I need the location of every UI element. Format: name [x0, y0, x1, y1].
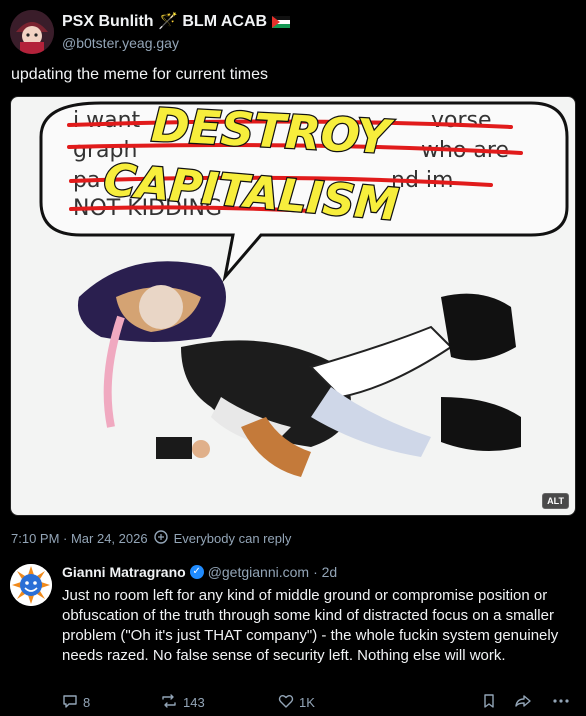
palestine-flag-icon: [272, 15, 291, 28]
reply-display-name[interactable]: Gianni Matragrano: [62, 564, 186, 580]
bookmark-button[interactable]: [482, 693, 496, 712]
reply-setting: Everybody can reply: [173, 531, 292, 546]
reply-button[interactable]: 8: [62, 693, 90, 712]
repost-count: 143: [183, 695, 205, 710]
more-icon: [552, 693, 570, 712]
reply-text: Just no room left for any kind of middle…: [62, 587, 559, 664]
author-avatar[interactable]: [10, 10, 54, 54]
reply-icon: [62, 693, 78, 712]
reply-post[interactable]: Gianni Matragrano ✓ @getgianni.com · 2d …: [0, 556, 586, 716]
heart-icon: [278, 693, 294, 712]
alt-badge[interactable]: ALT: [542, 493, 569, 509]
globe-reply-icon: [153, 530, 168, 547]
bookmark-icon: [482, 693, 496, 712]
character-figure: [77, 261, 521, 477]
reply-actions: 8 143 1K: [62, 693, 572, 713]
author-handle[interactable]: @b0tster.yeag.gay: [62, 35, 179, 51]
meme-illustration: i want vorse graph who are pa nd im NOT …: [39, 97, 569, 477]
more-button[interactable]: [552, 693, 570, 712]
verified-check-icon: ✓: [189, 565, 204, 579]
reply-avatar[interactable]: [10, 564, 52, 606]
post-timestamp[interactable]: 7:10 PM · Mar 24, 2026: [11, 531, 148, 546]
reply-age[interactable]: · 2d: [313, 564, 337, 580]
repost-icon: [160, 693, 178, 712]
reply-handle[interactable]: @getgianni.com: [208, 564, 309, 580]
repost-button[interactable]: 143: [160, 693, 205, 712]
post-text: updating the meme for current times: [11, 66, 269, 83]
reply-header: Gianni Matragrano ✓ @getgianni.com · 2d: [62, 564, 337, 580]
like-count: 1K: [299, 695, 315, 710]
bubble-text-2: vorse: [431, 108, 492, 133]
author-name-line[interactable]: PSX Bunlith 🪄 BLM ACAB: [62, 11, 291, 31]
share-button[interactable]: [514, 693, 532, 712]
post-meta: 7:10 PM · Mar 24, 2026 Everybody can rep…: [11, 530, 291, 547]
post-image[interactable]: i want vorse graph who are pa nd im NOT …: [10, 96, 576, 516]
like-button[interactable]: 1K: [278, 693, 315, 712]
author-display-name[interactable]: PSX Bunlith 🪄 BLM ACAB: [62, 11, 267, 31]
reply-count: 8: [83, 695, 91, 710]
bubble-text-1: i want: [73, 108, 141, 133]
share-icon: [514, 693, 532, 712]
